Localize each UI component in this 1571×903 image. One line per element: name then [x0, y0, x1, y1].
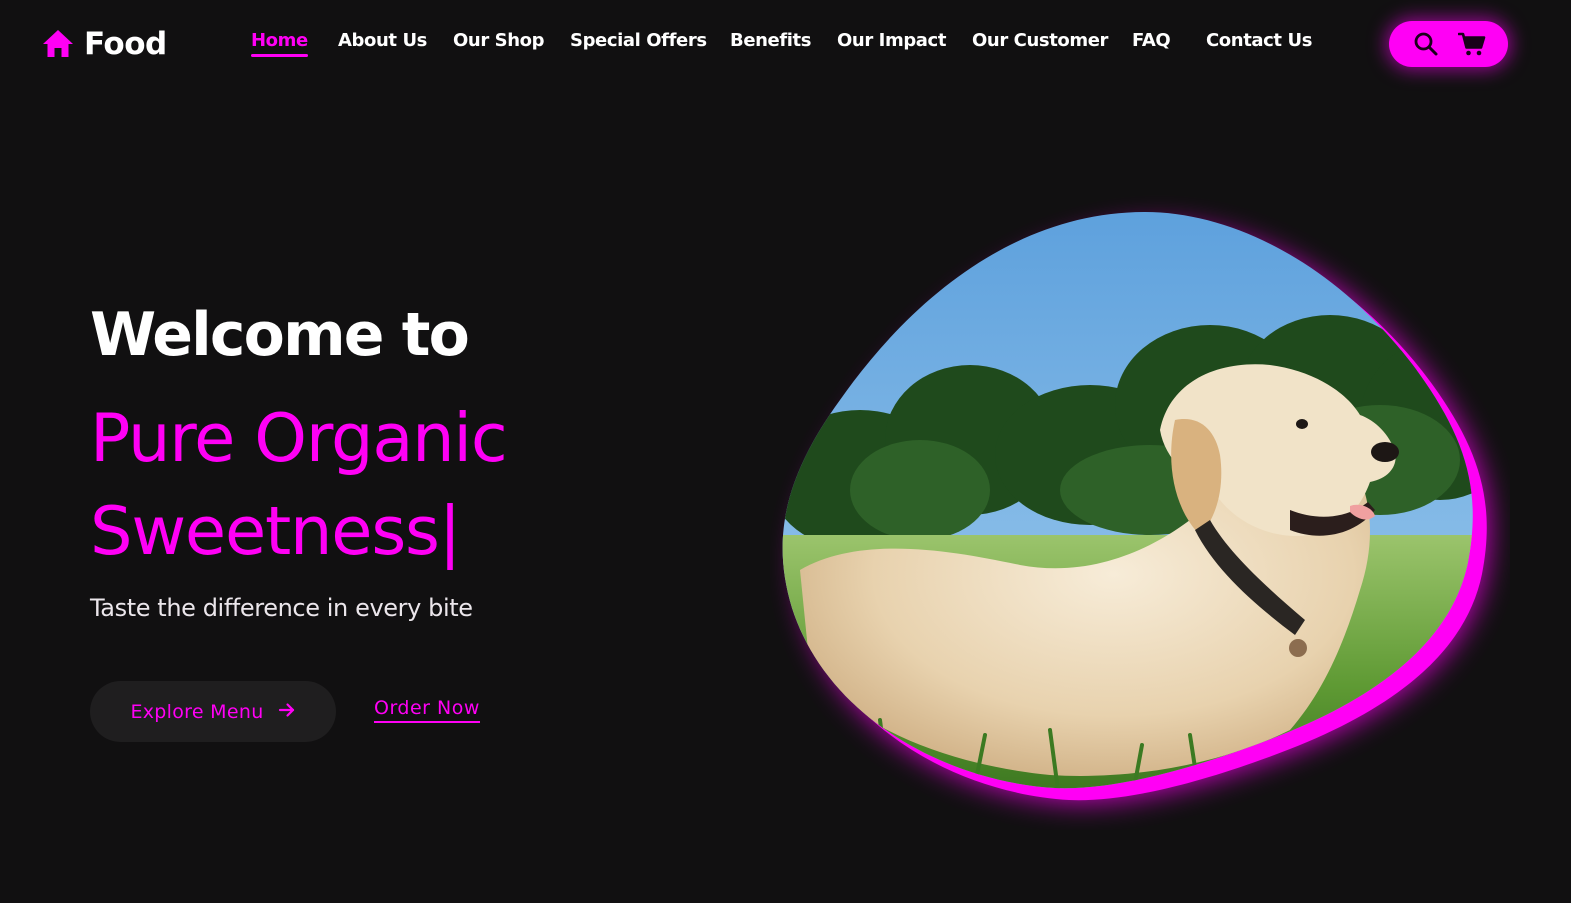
nav-about-us[interactable]: About Us — [338, 30, 427, 51]
arrow-right-icon — [278, 701, 296, 723]
search-icon[interactable] — [1412, 30, 1440, 58]
hero-title-line2: Sweetness — [90, 492, 440, 570]
nav-special-offers[interactable]: Special Offers — [570, 30, 707, 51]
header-actions — [1389, 21, 1508, 67]
nav-faq[interactable]: FAQ — [1132, 30, 1171, 51]
nav-benefits[interactable]: Benefits — [730, 30, 811, 51]
landing-page: Food Home About Us Our Shop Special Offe… — [0, 0, 1571, 903]
hero-welcome: Welcome to — [90, 300, 470, 370]
typing-caret: | — [438, 492, 462, 570]
main-nav: Home About Us Our Shop Special Offers Be… — [0, 30, 1571, 60]
hero-subtitle: Taste the difference in every bite — [90, 594, 473, 622]
hero-title: Pure Organic Sweetness| — [90, 392, 650, 578]
hero-dog-image — [782, 212, 1489, 803]
explore-menu-label: Explore Menu — [130, 700, 264, 723]
hero-title-line1: Pure Organic — [90, 399, 508, 477]
nav-our-customer[interactable]: Our Customer — [972, 30, 1108, 51]
nav-our-shop[interactable]: Our Shop — [453, 30, 544, 51]
cart-icon[interactable] — [1457, 30, 1486, 58]
nav-contact-us[interactable]: Contact Us — [1206, 30, 1312, 51]
explore-menu-button[interactable]: Explore Menu — [90, 681, 336, 742]
hero-title-line2-wrap: Sweetness| — [90, 485, 650, 578]
order-now-link[interactable]: Order Now — [374, 697, 480, 723]
nav-our-impact[interactable]: Our Impact — [837, 30, 946, 51]
nav-home[interactable]: Home — [251, 30, 308, 57]
